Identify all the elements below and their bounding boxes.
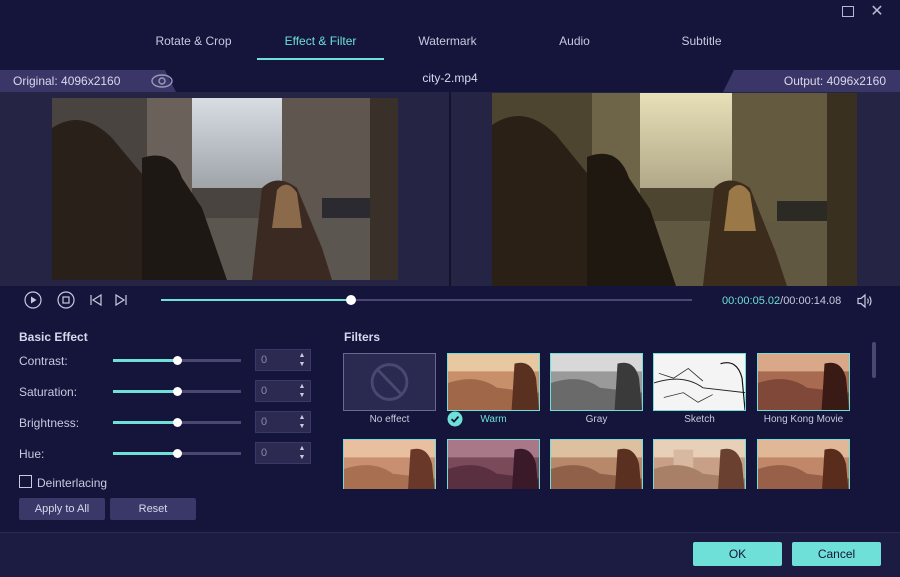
filter-name: No effect — [369, 414, 410, 425]
play-icon[interactable] — [24, 291, 42, 309]
contrast-down-icon[interactable]: ▼ — [296, 360, 308, 369]
hue-input[interactable] — [256, 443, 294, 463]
filter-hong-kong-movie[interactable]: Hong Kong Movie — [757, 353, 850, 425]
no-effect-icon — [370, 363, 409, 401]
brightness-down-icon[interactable]: ▼ — [296, 422, 308, 431]
brightness-up-icon[interactable]: ▲ — [296, 413, 308, 422]
original-video-preview — [52, 98, 398, 280]
saturation-up-icon[interactable]: ▲ — [296, 382, 308, 391]
preview-divider — [449, 92, 451, 286]
brightness-slider[interactable] — [113, 418, 241, 427]
filter-gray[interactable]: Gray — [550, 353, 643, 425]
filter-item[interactable] — [343, 439, 436, 489]
hue-row: Hue: ▲ ▼ — [19, 442, 319, 466]
filter-name: Hong Kong Movie — [763, 414, 844, 425]
brightness-slider-thumb[interactable] — [173, 418, 182, 427]
brightness-stepper: ▲ ▼ — [255, 411, 311, 433]
playback-progress-thumb[interactable] — [345, 295, 356, 305]
filter-sketch[interactable]: Sketch — [653, 353, 746, 425]
brightness-slider-fill — [113, 421, 177, 424]
tab-audio[interactable]: Audio — [511, 26, 638, 60]
saturation-label: Saturation: — [19, 385, 78, 399]
filter-name: Gray — [585, 414, 608, 425]
playback-progress-fill — [161, 299, 351, 301]
contrast-label: Contrast: — [19, 354, 68, 368]
filter-item[interactable] — [447, 439, 540, 489]
saturation-slider-thumb[interactable] — [173, 387, 182, 396]
contrast-slider-fill — [113, 359, 177, 362]
contrast-input[interactable] — [256, 350, 294, 370]
previous-frame-icon[interactable] — [87, 291, 105, 309]
cancel-button[interactable]: Cancel — [792, 542, 881, 566]
tab-subtitle[interactable]: Subtitle — [638, 26, 765, 60]
current-time: 00:00:05.02 — [722, 295, 781, 307]
filter-thumb — [550, 439, 643, 489]
hue-slider-thumb[interactable] — [173, 449, 182, 458]
tab-effect-filter[interactable]: Effect & Filter — [257, 26, 384, 60]
selected-check-icon — [447, 411, 463, 427]
reset-button[interactable]: Reset — [110, 498, 196, 520]
tab-rotate-crop[interactable]: Rotate & Crop — [130, 26, 257, 60]
contrast-slider-thumb[interactable] — [173, 356, 182, 365]
deinterlacing-label: Deinterlacing — [37, 476, 108, 490]
filter-item[interactable] — [550, 439, 643, 489]
saturation-row: Saturation: ▲ ▼ — [19, 380, 319, 404]
volume-icon[interactable] — [856, 293, 874, 309]
apply-to-all-button[interactable]: Apply to All — [19, 498, 105, 520]
filter-no-effect[interactable]: No effect — [343, 353, 436, 425]
tab-bar: Rotate & Crop Effect & Filter Watermark … — [130, 26, 765, 60]
output-resolution-label: Output: 4096x2160 — [723, 70, 900, 92]
filters-scrollbar[interactable] — [872, 342, 876, 378]
filter-thumb — [343, 439, 436, 489]
saturation-input[interactable] — [256, 381, 294, 401]
output-video-preview — [492, 93, 857, 286]
filter-no-effect-thumb — [343, 353, 436, 411]
hue-label: Hue: — [19, 447, 45, 461]
filter-thumb — [447, 439, 540, 489]
filters-title: Filters — [344, 330, 381, 344]
contrast-stepper: ▲ ▼ — [255, 349, 311, 371]
hue-stepper: ▲ ▼ — [255, 442, 311, 464]
total-time: 00:00:14.08 — [783, 295, 842, 307]
contrast-up-icon[interactable]: ▲ — [296, 351, 308, 360]
stop-icon[interactable] — [57, 291, 75, 309]
filter-hong-kong-movie-thumb — [757, 353, 850, 411]
hue-up-icon[interactable]: ▲ — [296, 444, 308, 453]
deinterlacing-checkbox[interactable] — [19, 475, 32, 488]
saturation-slider[interactable] — [113, 387, 241, 396]
saturation-stepper: ▲ ▼ — [255, 380, 311, 402]
filter-item[interactable] — [757, 439, 850, 489]
tab-watermark[interactable]: Watermark — [384, 26, 511, 60]
hue-slider-fill — [113, 452, 177, 455]
filter-name: Sketch — [684, 414, 715, 425]
playback-time: 00:00:05.02/00:00:14.08 — [722, 295, 841, 307]
filter-item[interactable] — [653, 439, 746, 489]
contrast-row: Contrast: ▲ ▼ — [19, 349, 319, 373]
maximize-icon[interactable] — [840, 4, 856, 20]
brightness-label: Brightness: — [19, 416, 80, 430]
filter-thumb — [757, 439, 850, 489]
next-frame-icon[interactable] — [112, 291, 130, 309]
hue-down-icon[interactable]: ▼ — [296, 453, 308, 462]
brightness-row: Brightness: ▲ ▼ — [19, 411, 319, 435]
brightness-input[interactable] — [256, 412, 294, 432]
saturation-slider-fill — [113, 390, 177, 393]
filters-grid: No effect Warm Gray Sketch Hong Kong Mov… — [343, 353, 855, 489]
filter-sketch-thumb — [653, 353, 746, 411]
contrast-slider[interactable] — [113, 356, 241, 365]
filter-warm-thumb — [447, 353, 540, 411]
saturation-down-icon[interactable]: ▼ — [296, 391, 308, 400]
filter-thumb — [653, 439, 746, 489]
close-icon[interactable]: ✕ — [869, 4, 885, 20]
ok-button[interactable]: OK — [693, 542, 782, 566]
basic-effect-title: Basic Effect — [19, 330, 88, 344]
hue-slider[interactable] — [113, 449, 241, 458]
playback-progress-bar[interactable] — [161, 295, 692, 305]
filter-gray-thumb — [550, 353, 643, 411]
